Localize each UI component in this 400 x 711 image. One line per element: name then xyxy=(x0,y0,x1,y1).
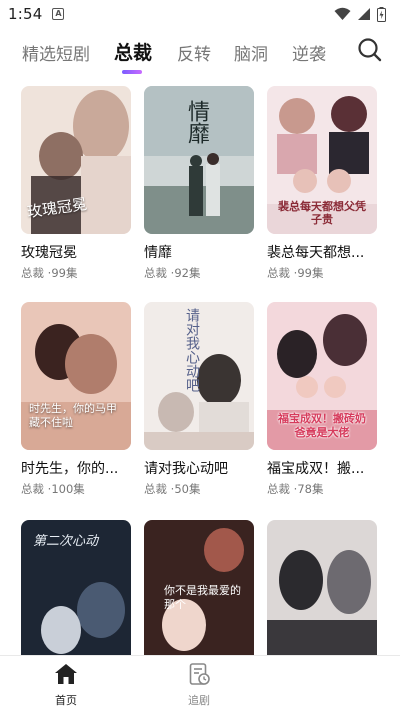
drama-card[interactable]: 福宝成双！搬砖奶爸竟是大佬 福宝成双！搬... 总裁 ·78集 xyxy=(267,302,377,496)
drama-meta: 总裁 ·92集 xyxy=(144,266,201,280)
drama-title: 请对我心动吧 xyxy=(144,461,228,477)
poster-art xyxy=(267,520,377,668)
drama-title: 时先生，你的... xyxy=(21,461,119,477)
poster-title: 福宝成双！搬砖奶爸竟是大佬 xyxy=(278,412,366,439)
poster-title: 第二次心动 xyxy=(33,534,99,549)
home-icon xyxy=(55,664,77,684)
bottom-nav: 首页 追剧 xyxy=(0,655,400,711)
cellular-signal-icon xyxy=(358,8,370,20)
nav-home[interactable]: 首页 xyxy=(31,662,101,708)
active-tab-indicator xyxy=(122,70,142,74)
drama-title: 玫瑰冠冕 xyxy=(21,245,77,261)
drama-meta: 总裁 ·99集 xyxy=(21,266,78,280)
drama-card[interactable]: 请对我心动吧 请对我心动吧 总裁 ·50集 xyxy=(144,302,254,496)
category-tabs: 精选短剧 总裁 反转 脑洞 逆袭 xyxy=(0,36,400,76)
tab-featured[interactable]: 精选短剧 xyxy=(22,40,90,65)
drama-poster: 裴总每天都想父凭子贵 xyxy=(267,86,377,234)
drama-card[interactable]: 第二次心动 xyxy=(21,520,131,668)
notification-a-icon: A xyxy=(52,8,65,20)
watchlist-icon xyxy=(189,663,210,685)
tab-comeback[interactable]: 逆袭 xyxy=(292,40,326,65)
tab-ceo[interactable]: 总裁 xyxy=(114,38,152,65)
nav-watchlist[interactable]: 追剧 xyxy=(164,662,234,708)
drama-title: 情靡 xyxy=(144,245,172,261)
poster-title: 裴总每天都想父凭子贵 xyxy=(278,200,366,226)
drama-title: 福宝成双！搬... xyxy=(267,461,365,477)
drama-card[interactable]: 玫瑰冠冕 玫瑰冠冕 总裁 ·99集 xyxy=(21,86,131,280)
drama-poster: 玫瑰冠冕 xyxy=(21,86,131,234)
drama-card[interactable]: 裴总每天都想父凭子贵 裴总每天都想... 总裁 ·99集 xyxy=(267,86,377,280)
drama-title: 裴总每天都想... xyxy=(267,245,365,261)
drama-meta: 总裁 ·50集 xyxy=(144,482,201,496)
drama-poster: 情靡 xyxy=(144,86,254,234)
drama-card[interactable]: 时先生，你的马甲藏不住啦 时先生，你的... 总裁 ·100集 xyxy=(21,302,131,496)
battery-icon xyxy=(377,6,386,22)
drama-poster: 福宝成双！搬砖奶爸竟是大佬 xyxy=(267,302,377,450)
nav-watchlist-label: 追剧 xyxy=(188,694,210,707)
drama-card[interactable]: 你不是我最爱的那个 xyxy=(144,520,254,668)
tab-brain-hole[interactable]: 脑洞 xyxy=(234,40,268,65)
drama-meta: 总裁 ·78集 xyxy=(267,482,324,496)
drama-poster xyxy=(267,520,377,668)
nav-home-label: 首页 xyxy=(55,694,77,707)
search-icon xyxy=(358,38,382,62)
wifi-icon xyxy=(334,7,351,20)
drama-poster: 请对我心动吧 xyxy=(144,302,254,450)
search-button[interactable] xyxy=(357,37,383,63)
status-time: 1:54 xyxy=(8,5,43,23)
status-bar: 1:54 A xyxy=(0,0,400,28)
poster-title: 你不是我最爱的那个 xyxy=(164,584,241,611)
poster-title: 情靡 xyxy=(184,100,209,144)
drama-poster: 你不是我最爱的那个 xyxy=(144,520,254,668)
drama-poster: 第二次心动 xyxy=(21,520,131,668)
tab-twist[interactable]: 反转 xyxy=(177,40,211,65)
drama-meta: 总裁 ·99集 xyxy=(267,266,324,280)
drama-card[interactable]: 情靡 情靡 总裁 ·92集 xyxy=(144,86,254,280)
drama-poster: 时先生，你的马甲藏不住啦 xyxy=(21,302,131,450)
poster-title: 时先生，你的马甲藏不住啦 xyxy=(29,402,117,429)
poster-title: 请对我心动吧 xyxy=(184,308,200,392)
drama-card[interactable] xyxy=(267,520,377,668)
drama-meta: 总裁 ·100集 xyxy=(21,482,85,496)
